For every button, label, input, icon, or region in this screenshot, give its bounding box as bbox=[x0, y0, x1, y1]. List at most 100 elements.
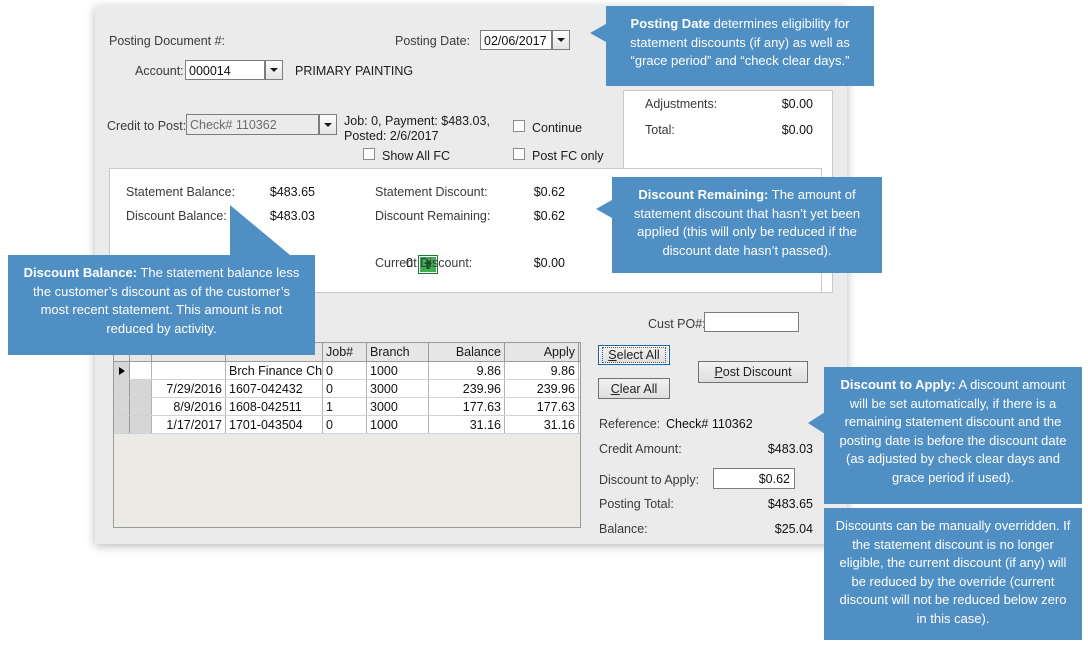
continue-label: Continue bbox=[532, 121, 583, 135]
grid-header-branch[interactable]: Branch bbox=[367, 343, 429, 361]
row-job: 0 bbox=[323, 362, 367, 379]
credit-info-line2: Posted: 2/6/2017 bbox=[344, 129, 439, 143]
chevron-down-icon bbox=[324, 122, 332, 127]
post-discount-button[interactable]: Post Discount bbox=[698, 361, 808, 383]
callout-discount-remaining-bold: Discount Remaining: bbox=[638, 187, 769, 202]
credit-amount-label: Credit Amount: bbox=[599, 442, 682, 456]
row-indicator bbox=[114, 398, 130, 415]
table-row[interactable]: 7/29/2016 1607-042432 0 3000 239.96 239.… bbox=[114, 380, 580, 398]
total-value: $0.00 bbox=[781, 123, 813, 137]
screenshot-root: Posting Document #: Posting Date: 02/06/… bbox=[0, 0, 1088, 653]
account-label: Account: bbox=[135, 64, 184, 78]
table-row[interactable]: 8/9/2016 1608-042511 1 3000 177.63 177.6… bbox=[114, 398, 580, 416]
account-input[interactable]: 000014 bbox=[185, 60, 265, 80]
clear-all-button-label: Clear All bbox=[610, 381, 658, 396]
posting-date-dropdown-button[interactable] bbox=[552, 30, 570, 50]
callout-discount-override-text: Discounts can be manually overridden. If… bbox=[835, 518, 1071, 626]
callout-discount-to-apply-text: A discount amount will be set automatica… bbox=[839, 377, 1067, 485]
row-balance: 177.63 bbox=[429, 398, 505, 415]
posting-date-input[interactable]: 02/06/2017 bbox=[480, 30, 552, 50]
select-all-button-label: Select All bbox=[602, 347, 666, 363]
callout-discount-override: Discounts can be manually overridden. If… bbox=[824, 508, 1082, 640]
callout-discount-remaining: Discount Remaining: The amount of statem… bbox=[612, 177, 882, 273]
credit-to-post-dropdown-button[interactable] bbox=[319, 114, 337, 135]
continue-checkbox[interactable] bbox=[513, 120, 525, 132]
show-all-fc-checkbox[interactable] bbox=[363, 148, 375, 160]
grid-header-job[interactable]: Job# bbox=[323, 343, 367, 361]
row-checkbox-cell[interactable] bbox=[130, 416, 152, 433]
discount-balance-label: Discount Balance: bbox=[126, 209, 227, 223]
row-job: 0 bbox=[323, 416, 367, 433]
statement-discount-label: Statement Discount: bbox=[375, 185, 488, 199]
grid-header-apply[interactable]: Apply bbox=[505, 343, 579, 361]
reference-value: Check# 110362 bbox=[666, 417, 753, 431]
row-apply: 31.16 bbox=[505, 416, 579, 433]
credit-info-line1: Job: 0, Payment: $483.03, bbox=[344, 114, 490, 128]
statement-balance-label: Statement Balance: bbox=[126, 185, 236, 199]
row-balance: 239.96 bbox=[429, 380, 505, 397]
post-fc-only-label: Post FC only bbox=[532, 149, 604, 163]
show-all-fc-label: Show All FC bbox=[382, 149, 451, 163]
callout-discount-balance: Discount Balance: The statement balance … bbox=[8, 255, 315, 355]
callout-discount-to-apply-tail bbox=[808, 412, 825, 434]
row-apply: 9.86 bbox=[505, 362, 579, 379]
row-indicator bbox=[114, 416, 130, 433]
posting-total-label: Posting Total: bbox=[599, 497, 674, 511]
posting-total-value: $483.65 bbox=[767, 497, 813, 511]
callout-discount-remaining-tail bbox=[596, 200, 612, 218]
account-name-text: PRIMARY PAINTING bbox=[295, 64, 414, 78]
row-indicator bbox=[114, 362, 130, 379]
row-branch: 3000 bbox=[367, 398, 429, 415]
row-job: 1 bbox=[323, 398, 367, 415]
account-dropdown-button[interactable] bbox=[265, 60, 283, 80]
discount-remaining-value: $0.62 bbox=[533, 209, 565, 223]
table-row[interactable]: Brch Finance Chrg 0 1000 9.86 9.86 bbox=[114, 362, 580, 380]
discount-to-apply-label: Discount to Apply: bbox=[599, 473, 700, 487]
callout-discount-balance-bold: Discount Balance: bbox=[23, 265, 138, 280]
row-document: Brch Finance Chrg bbox=[226, 362, 323, 379]
total-label: Total: bbox=[645, 123, 675, 137]
table-row[interactable]: 1/17/2017 1701-043504 0 1000 31.16 31.16 bbox=[114, 416, 580, 434]
cust-po-input[interactable] bbox=[704, 312, 799, 332]
row-date: 7/29/2016 bbox=[152, 380, 226, 397]
row-date: 1/17/2017 bbox=[152, 416, 226, 433]
select-all-button[interactable]: Select All bbox=[598, 345, 670, 365]
row-branch: 1000 bbox=[367, 362, 429, 379]
row-date: 8/9/2016 bbox=[152, 398, 226, 415]
row-branch: 1000 bbox=[367, 416, 429, 433]
post-fc-only-checkbox[interactable] bbox=[513, 148, 525, 160]
credit-to-post-input[interactable]: Check# 110362 bbox=[186, 114, 319, 135]
current-discount-label: Current Discount: bbox=[375, 256, 473, 270]
current-row-arrow-icon bbox=[119, 366, 125, 375]
post-discount-button-label: Post Discount bbox=[714, 365, 792, 379]
cust-po-label: Cust PO#: bbox=[648, 317, 706, 331]
discount-to-apply-input[interactable]: $0.62 bbox=[713, 468, 795, 489]
reference-label: Reference: bbox=[599, 417, 661, 431]
posting-document-label: Posting Document #: bbox=[109, 34, 226, 48]
chevron-down-icon bbox=[557, 38, 565, 42]
row-checkbox-cell[interactable] bbox=[130, 362, 152, 379]
row-date bbox=[152, 362, 226, 379]
callout-discount-to-apply-bold: Discount to Apply: bbox=[840, 377, 956, 392]
discount-remaining-label: Discount Remaining: bbox=[375, 209, 491, 223]
clear-all-button[interactable]: Clear All bbox=[598, 378, 670, 399]
row-balance: 9.86 bbox=[429, 362, 505, 379]
credit-amount-value: $483.03 bbox=[767, 442, 813, 456]
row-checkbox-cell[interactable] bbox=[130, 398, 152, 415]
row-apply: 239.96 bbox=[505, 380, 579, 397]
row-branch: 3000 bbox=[367, 380, 429, 397]
documents-grid[interactable]: Job# Branch Balance Apply Brch Finance C… bbox=[113, 342, 581, 528]
chevron-down-icon bbox=[270, 68, 278, 72]
row-indicator bbox=[114, 380, 130, 397]
statement-discount-value: $0.62 bbox=[533, 185, 565, 199]
row-checkbox-cell[interactable] bbox=[130, 380, 152, 397]
grid-header-balance[interactable]: Balance bbox=[429, 343, 505, 361]
adjustments-label: Adjustments: bbox=[645, 97, 718, 111]
callout-discount-to-apply: Discount to Apply: A discount amount wil… bbox=[824, 367, 1082, 504]
row-document: 1608-042511 bbox=[226, 398, 323, 415]
credit-to-post-label: Credit to Post: bbox=[107, 119, 187, 133]
balance-value: $25.04 bbox=[774, 522, 813, 536]
callout-discount-balance-tail bbox=[230, 205, 290, 255]
row-apply: 177.63 bbox=[505, 398, 579, 415]
statement-balance-value: $483.65 bbox=[269, 185, 315, 199]
